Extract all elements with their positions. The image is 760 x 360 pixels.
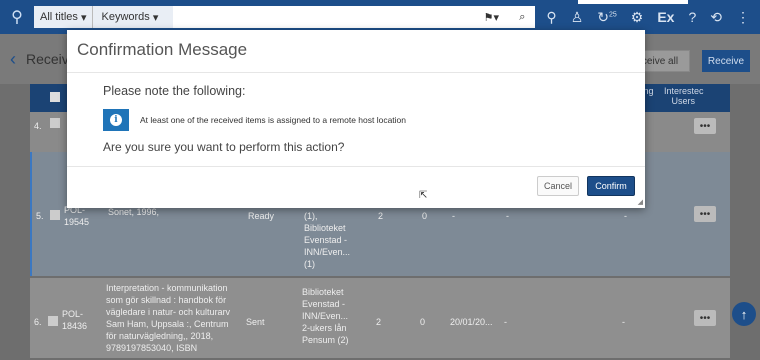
table-row[interactable]: 6. POL- 18436 Interpretation - kommunika… <box>30 278 730 358</box>
row-location: (1), Biblioteket Evenstad - INN/Even... … <box>304 211 351 269</box>
row-quantity: 2 <box>376 317 382 327</box>
confirm-button[interactable]: Confirm <box>587 176 635 196</box>
row-title: Interpretation - kommunikation som gör s… <box>106 283 231 353</box>
search-type-dropdown[interactable]: Keywords ▾ <box>93 6 174 28</box>
row-received: 0 <box>422 211 428 221</box>
row-number: 4. <box>34 121 42 131</box>
row-checkbox[interactable] <box>48 316 58 326</box>
row-dash: - <box>504 317 507 327</box>
row-status: Sent <box>246 317 265 327</box>
header-highlight <box>578 0 688 4</box>
dialog-heading: Please note the following: <box>103 84 246 98</box>
back-icon[interactable]: ‹ <box>0 49 16 70</box>
cancel-button[interactable]: Cancel <box>537 176 579 196</box>
row-received: 0 <box>420 317 426 327</box>
scroll-to-top-button[interactable]: ↑ <box>732 302 756 326</box>
row-actions-button[interactable]: ••• <box>694 118 716 134</box>
location-icon[interactable]: ⚲ <box>546 9 556 26</box>
divider <box>67 72 645 73</box>
row-number: 5. <box>36 211 44 221</box>
row-date: 20/01/20... <box>450 317 493 327</box>
top-icons: ⚲ ♙ ↻25 ⚙ Ex ? ⟲ ⋮ <box>546 9 760 26</box>
user-icon[interactable]: ♙ <box>571 9 584 26</box>
search-tools[interactable]: ⚑▾ ⌕ <box>473 6 536 28</box>
more-icon[interactable]: ⋮ <box>736 9 750 26</box>
row-actions-button[interactable]: ••• <box>694 310 716 326</box>
notification-count: 25 <box>608 10 617 18</box>
search-icon[interactable]: ⌕ <box>519 11 525 24</box>
po-line-id[interactable]: POL- 18436 <box>62 308 87 332</box>
ex-icon[interactable]: Ex <box>657 9 674 25</box>
confirmation-dialog: Confirmation Message Please note the fol… <box>67 30 645 208</box>
search-type-label: Keywords <box>101 11 150 23</box>
row-interest: - <box>624 211 627 221</box>
row-checkbox[interactable] <box>50 118 60 128</box>
row-status: Ready <box>248 211 275 221</box>
divider <box>67 166 645 167</box>
history-icon[interactable]: ⟲ <box>710 9 722 26</box>
search-scope-dropdown[interactable]: All titles ▾ <box>34 6 94 28</box>
select-all-checkbox[interactable] <box>50 92 60 102</box>
row-number: 6. <box>34 317 42 327</box>
resize-handle-icon[interactable]: ◢ <box>638 198 643 206</box>
advanced-search-icon[interactable]: ⚑▾ <box>484 11 499 24</box>
dialog-question: Are you sure you want to perform this ac… <box>103 140 345 154</box>
column-interested-users: Interestec Users <box>664 86 704 106</box>
row-checkbox[interactable] <box>50 210 60 220</box>
row-location: Biblioteket Evenstad - INN/Even... 2-uke… <box>302 287 349 345</box>
top-bar: ⚲ All titles ▾ Keywords ▾ ⚑▾ ⌕ ⚲ ♙ ↻25 ⚙… <box>0 0 760 34</box>
search-scope-label: All titles <box>40 11 78 23</box>
info-icon: i <box>103 109 129 131</box>
notification-icon[interactable]: ↻25 <box>597 9 617 26</box>
dialog-title: Confirmation Message <box>77 40 248 59</box>
row-dash: - <box>506 211 509 221</box>
row-quantity: 2 <box>378 211 384 221</box>
task-icon[interactable]: ⚙ <box>631 9 644 26</box>
help-icon[interactable]: ? <box>688 9 696 25</box>
menu-icon[interactable]: ⚲ <box>0 0 34 34</box>
row-actions-button[interactable]: ••• <box>694 206 716 222</box>
row-date: - <box>452 211 455 221</box>
receive-button[interactable]: Receive <box>702 50 750 72</box>
row-interest: - <box>622 317 625 327</box>
dialog-info-text: At least one of the received items is as… <box>140 115 407 125</box>
search-input[interactable] <box>173 6 474 28</box>
mouse-cursor-icon: ⇱ <box>419 190 428 201</box>
